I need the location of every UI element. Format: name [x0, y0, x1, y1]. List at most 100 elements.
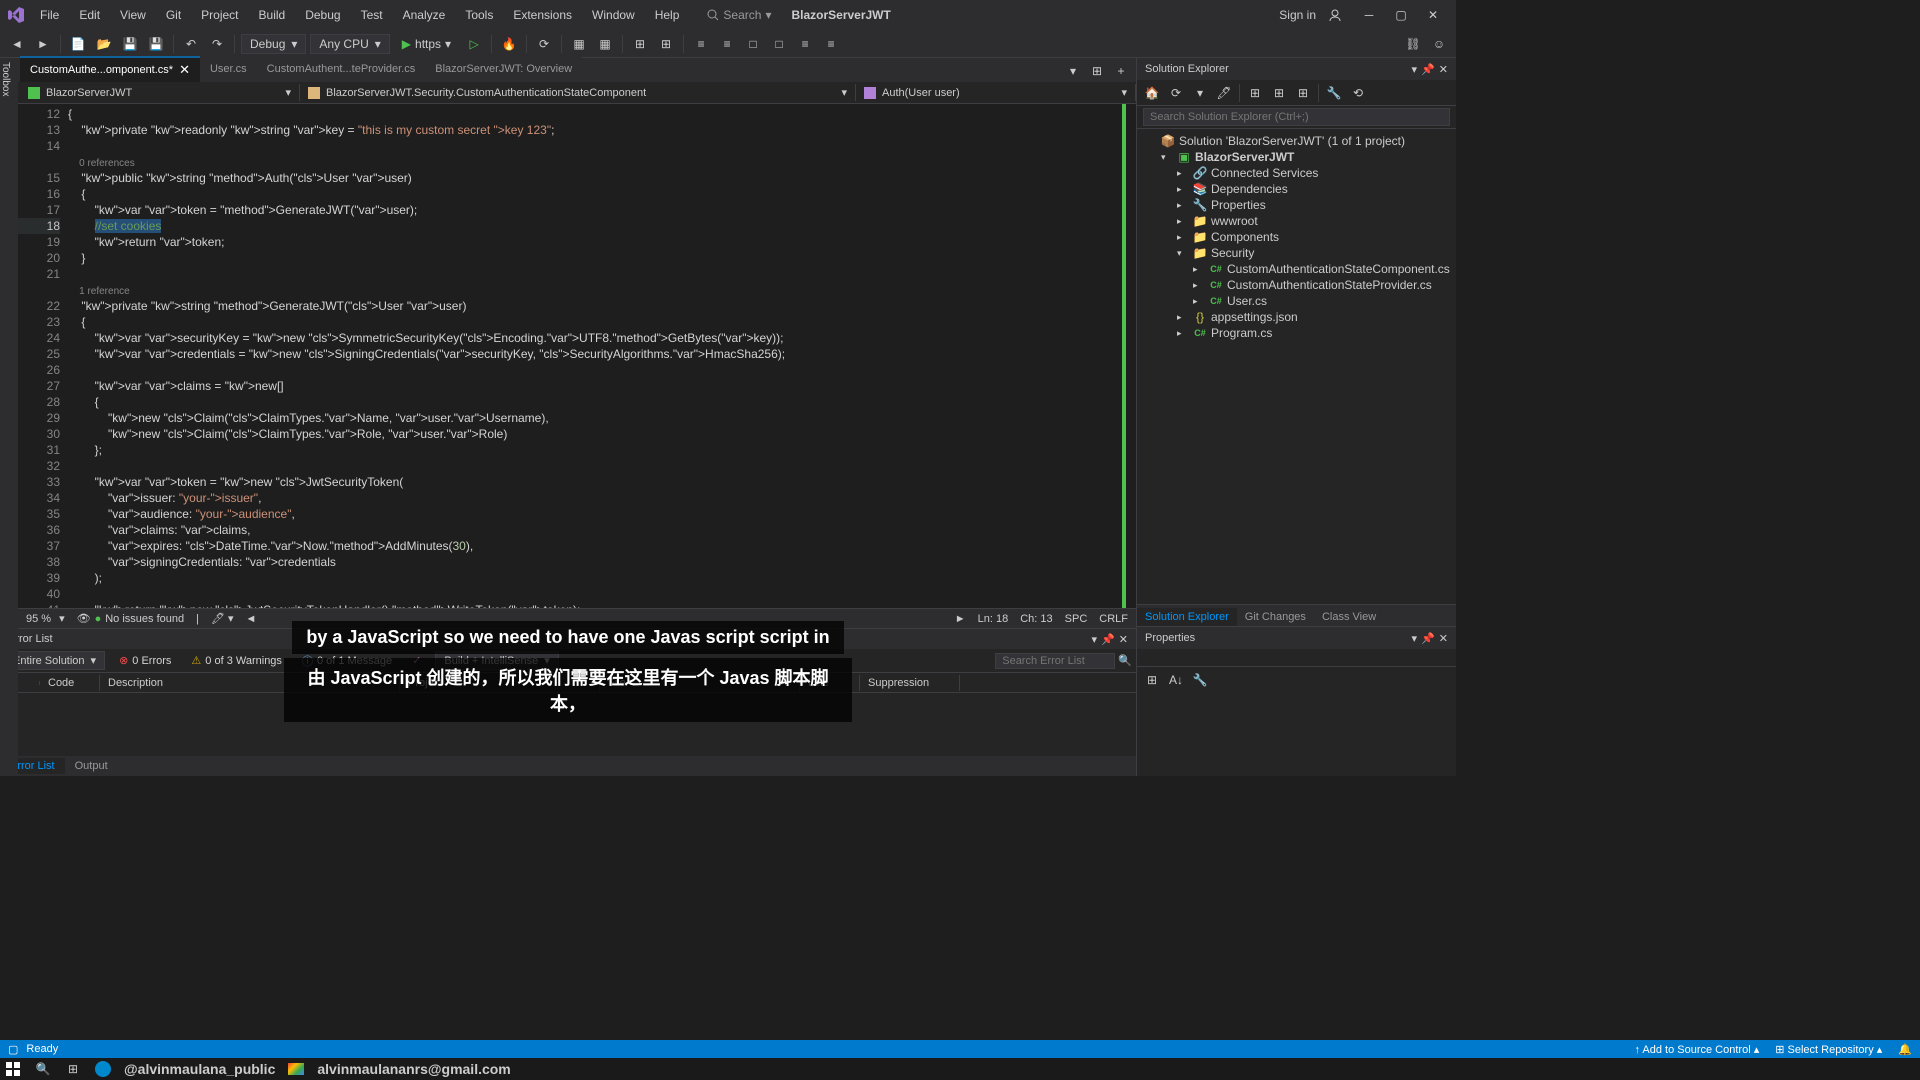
tree-item[interactable]: ▸C#CustomAuthenticationStateProvider.cs	[1137, 277, 1456, 293]
se-tool-button[interactable]: ⊞	[1244, 82, 1266, 104]
panel-pin-icon[interactable]: 📌	[1421, 632, 1435, 645]
panel-tab[interactable]: Class View	[1314, 608, 1384, 626]
error-scope-dropdown[interactable]: Entire Solution▾	[4, 651, 105, 670]
panel-dropdown-icon[interactable]: ▾	[1412, 632, 1418, 645]
line-indicator[interactable]: Ln: 18	[978, 613, 1009, 625]
hot-reload-button[interactable]: 🔥	[498, 33, 520, 55]
tree-item[interactable]: ▾📁Security	[1137, 245, 1456, 261]
search-box[interactable]: Search ▾	[707, 8, 771, 22]
se-tool-button[interactable]: ⟳	[1165, 82, 1187, 104]
telegram-icon[interactable]	[94, 1060, 112, 1078]
browser-link-button[interactable]: ⟳	[533, 33, 555, 55]
tool-btn[interactable]: ≡	[690, 33, 712, 55]
panel-dropdown-icon[interactable]: ▾	[1092, 633, 1098, 646]
start-button[interactable]: ▶https▾	[394, 35, 459, 53]
minimize-button[interactable]: ─	[1354, 4, 1384, 26]
tree-item[interactable]: 📦Solution 'BlazorServerJWT' (1 of 1 proj…	[1137, 133, 1456, 149]
code-editor[interactable]: 1213141516171819202122232425262728293031…	[18, 104, 1136, 608]
platform-dropdown[interactable]: Any CPU▾	[310, 34, 389, 54]
menu-view[interactable]: View	[112, 4, 154, 26]
undo-button[interactable]: ↶	[180, 33, 202, 55]
start-button[interactable]	[4, 1060, 22, 1078]
document-tab[interactable]: CustomAuthent...teProvider.cs	[257, 56, 426, 82]
user-icon[interactable]	[1328, 8, 1342, 22]
panel-pin-icon[interactable]: 📌	[1421, 63, 1435, 76]
col-indicator[interactable]: Ch: 13	[1020, 613, 1052, 625]
tool-btn[interactable]: □	[768, 33, 790, 55]
menu-test[interactable]: Test	[353, 4, 391, 26]
panel-tab[interactable]: Solution Explorer	[1137, 608, 1237, 626]
save-all-button[interactable]: 💾	[145, 33, 167, 55]
menu-git[interactable]: Git	[158, 4, 189, 26]
search-button[interactable]: 🔍	[34, 1060, 52, 1078]
document-tab[interactable]: CustomAuthe...omponent.cs*✕	[20, 56, 200, 82]
document-tab[interactable]: User.cs	[200, 56, 257, 82]
tree-item[interactable]: ▸C#CustomAuthenticationStateComponent.cs	[1137, 261, 1456, 277]
tool-btn[interactable]: ⊞	[655, 33, 677, 55]
solution-search-input[interactable]	[1143, 108, 1450, 126]
tool-btn[interactable]: ≡	[716, 33, 738, 55]
tool-btn[interactable]: ⊞	[629, 33, 651, 55]
nav-project-dropdown[interactable]: BlazorServerJWT ▾	[20, 84, 300, 101]
se-tool-button[interactable]: ⊞	[1292, 82, 1314, 104]
se-tool-button[interactable]: ⟲	[1347, 82, 1369, 104]
tool-btn[interactable]: ≡	[794, 33, 816, 55]
save-button[interactable]: 💾	[119, 33, 141, 55]
errors-filter[interactable]: ⊗0 Errors	[113, 652, 177, 669]
notifications-button[interactable]: 🔔	[1898, 1043, 1912, 1056]
indent-indicator[interactable]: SPC	[1065, 613, 1088, 625]
document-tab[interactable]: BlazorServerJWT: Overview	[425, 56, 582, 82]
feedback-button[interactable]: ☺	[1428, 33, 1450, 55]
nav-class-dropdown[interactable]: BlazorServerJWT.Security.CustomAuthentic…	[300, 84, 856, 101]
forward-button[interactable]: ►	[32, 33, 54, 55]
se-home-button[interactable]: 🏠	[1141, 82, 1163, 104]
tool-btn[interactable]: □	[742, 33, 764, 55]
close-button[interactable]: ✕	[1418, 4, 1448, 26]
menu-tools[interactable]: Tools	[457, 4, 501, 26]
menu-project[interactable]: Project	[193, 4, 246, 26]
se-tool-button[interactable]: 🖊	[1213, 82, 1235, 104]
panel-close-icon[interactable]: ✕	[1439, 63, 1448, 76]
prop-categorized-button[interactable]: ⊞	[1141, 669, 1163, 691]
error-column-header[interactable]: Suppression	[860, 675, 960, 691]
panel-tab[interactable]: Git Changes	[1237, 608, 1314, 626]
prop-alpha-button[interactable]: A↓	[1165, 669, 1187, 691]
tab-dropdown-button[interactable]: ▾	[1062, 60, 1084, 82]
tree-item[interactable]: ▸C#User.cs	[1137, 293, 1456, 309]
open-button[interactable]: 📂	[93, 33, 115, 55]
menu-help[interactable]: Help	[647, 4, 688, 26]
gmail-icon[interactable]	[287, 1060, 305, 1078]
start-no-debug-button[interactable]: ▷	[463, 33, 485, 55]
menu-build[interactable]: Build	[251, 4, 294, 26]
task-view-button[interactable]: ⊞	[64, 1060, 82, 1078]
panel-close-icon[interactable]: ✕	[1439, 632, 1448, 645]
new-button[interactable]: 📄	[67, 33, 89, 55]
nav-member-dropdown[interactable]: Auth(User user) ▾	[856, 84, 1136, 101]
zoom-level[interactable]: 95 %	[26, 613, 51, 625]
back-button[interactable]: ◄	[6, 33, 28, 55]
tab-add-button[interactable]: +	[1110, 60, 1132, 82]
tree-item[interactable]: ▸🔧Properties	[1137, 197, 1456, 213]
maximize-button[interactable]: ▢	[1386, 4, 1416, 26]
menu-edit[interactable]: Edit	[71, 4, 108, 26]
menu-extensions[interactable]: Extensions	[505, 4, 580, 26]
tree-item[interactable]: ▸📁Components	[1137, 229, 1456, 245]
tab-pin-button[interactable]: ⊞	[1086, 60, 1108, 82]
issues-indicator[interactable]: No issues found	[105, 613, 184, 625]
tree-item[interactable]: ▸{}appsettings.json	[1137, 309, 1456, 325]
se-tool-button[interactable]: ⊞	[1268, 82, 1290, 104]
tree-item[interactable]: ▸📁wwwroot	[1137, 213, 1456, 229]
error-search-input[interactable]	[995, 653, 1115, 669]
panel-pin-icon[interactable]: 📌	[1101, 633, 1115, 646]
redo-button[interactable]: ↷	[206, 33, 228, 55]
warnings-filter[interactable]: ⚠0 of 3 Warnings	[185, 652, 288, 669]
tree-item[interactable]: ▸C#Program.cs	[1137, 325, 1456, 341]
panel-close-icon[interactable]: ✕	[1119, 633, 1128, 646]
se-tool-button[interactable]: 🔧	[1323, 82, 1345, 104]
se-tool-button[interactable]: ▾	[1189, 82, 1211, 104]
tool-btn[interactable]: ▦	[594, 33, 616, 55]
menu-analyze[interactable]: Analyze	[395, 4, 454, 26]
repository-button[interactable]: ⊞ Select Repository ▴	[1775, 1043, 1882, 1056]
eol-indicator[interactable]: CRLF	[1099, 613, 1128, 625]
error-column-header[interactable]: Code	[40, 675, 100, 691]
